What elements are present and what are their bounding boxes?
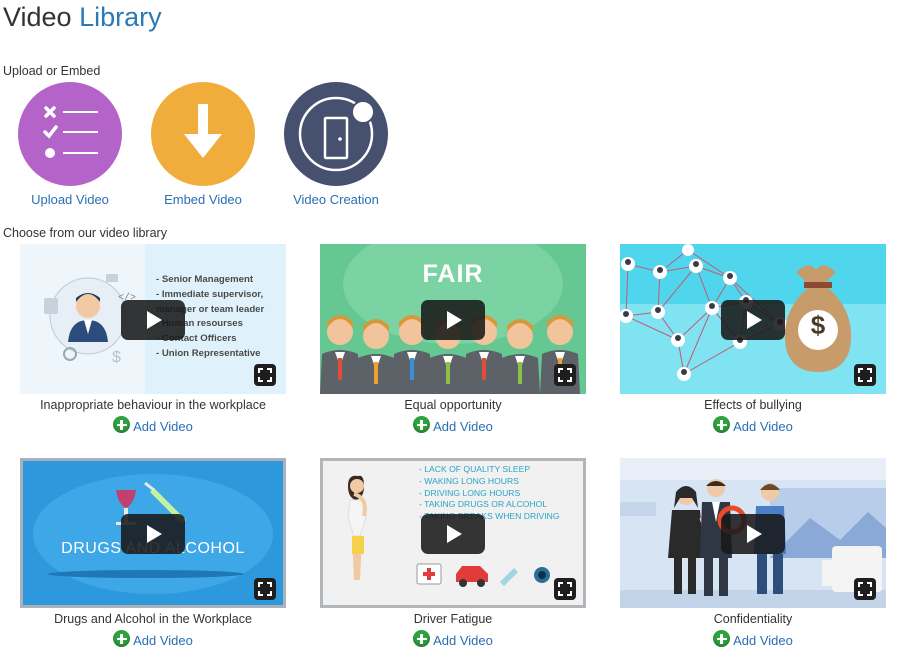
video-card: $ Effects of bullying Add Video	[620, 244, 886, 436]
video-title: Drugs and Alcohol in the Workplace	[54, 612, 252, 626]
add-video-label: Add Video	[433, 633, 493, 648]
video-title: Confidentiality	[713, 612, 793, 626]
thumbnail-line: - WAKING LONG HOURS	[419, 475, 519, 486]
embed-video-button[interactable]: Embed Video	[136, 82, 270, 207]
thumbnail-line: - Senior Management	[156, 274, 254, 285]
thumbnail-line: - Union Representative	[156, 347, 261, 359]
add-video-button[interactable]: Add Video	[713, 630, 793, 650]
video-title: Inappropriate behaviour in the workplace	[40, 398, 266, 412]
play-icon[interactable]	[721, 514, 785, 554]
video-creation-button[interactable]: Video Creation	[269, 82, 403, 207]
video-card: </> $ - Senior Management - Immediate su…	[20, 244, 286, 436]
plus-circle-icon	[713, 630, 731, 647]
upload-video-label: Upload Video	[31, 192, 109, 207]
plus-circle-icon	[113, 630, 131, 647]
add-video-label: Add Video	[733, 633, 793, 648]
expand-icon[interactable]	[254, 364, 276, 386]
expand-icon[interactable]	[854, 364, 876, 386]
video-card: Confidentiality Add Video	[620, 458, 886, 650]
thumbnail-symbol: $	[810, 310, 826, 340]
plus-circle-icon	[113, 416, 131, 433]
video-title: Effects of bullying	[704, 398, 802, 412]
plus-circle-icon	[413, 630, 431, 647]
add-video-label: Add Video	[133, 419, 193, 434]
door-icon	[284, 82, 388, 186]
thumbnail-text: FAIR	[422, 260, 484, 288]
add-video-button[interactable]: Add Video	[113, 416, 193, 436]
video-thumbnail[interactable]	[620, 458, 886, 608]
video-card: - LACK OF QUALITY SLEEP - WAKING LONG HO…	[320, 458, 586, 650]
add-video-button[interactable]: Add Video	[713, 416, 793, 436]
video-title: Equal opportunity	[404, 398, 502, 412]
plus-circle-icon	[713, 416, 731, 433]
upload-section-label: Upload or Embed	[3, 64, 101, 78]
plus-circle-icon	[413, 416, 431, 433]
play-icon[interactable]	[721, 300, 785, 340]
page-title-library: Library	[79, 2, 162, 32]
video-thumbnail[interactable]: </> $ - Senior Management - Immediate su…	[20, 244, 286, 394]
video-thumbnail[interactable]: FAIR	[320, 244, 586, 394]
add-video-button[interactable]: Add Video	[113, 630, 193, 650]
video-creation-label: Video Creation	[293, 192, 379, 207]
embed-video-label: Embed Video	[164, 192, 242, 207]
checklist-icon	[18, 82, 122, 186]
expand-icon[interactable]	[554, 578, 576, 600]
upload-video-button[interactable]: Upload Video	[3, 82, 137, 207]
play-icon[interactable]	[421, 300, 485, 340]
add-video-label: Add Video	[133, 633, 193, 648]
video-card: FAIR Equal opportunity Add Video	[320, 244, 586, 436]
video-thumbnail[interactable]: $	[620, 244, 886, 394]
video-card: DRUGS AND ALCOHOL Drugs and Alcohol in t…	[20, 458, 286, 650]
play-icon[interactable]	[121, 514, 185, 554]
library-section-label: Choose from our video library	[3, 226, 167, 240]
add-video-label: Add Video	[733, 419, 793, 434]
video-title: Driver Fatigue	[413, 612, 493, 626]
play-icon[interactable]	[121, 300, 185, 340]
thumbnail-line: - TAKING DRUGS OR ALCOHOL	[419, 499, 548, 510]
video-thumbnail[interactable]: DRUGS AND ALCOHOL	[20, 458, 286, 608]
play-icon[interactable]	[421, 514, 485, 554]
add-video-button[interactable]: Add Video	[413, 630, 493, 650]
expand-icon[interactable]	[554, 364, 576, 386]
expand-icon[interactable]	[254, 578, 276, 600]
thumbnail-line: - LACK OF QUALITY SLEEP	[419, 464, 531, 474]
video-thumbnail[interactable]: - LACK OF QUALITY SLEEP - WAKING LONG HO…	[320, 458, 586, 608]
add-video-label: Add Video	[433, 419, 493, 434]
page-title: Video Library	[3, 0, 162, 34]
page-title-video: Video	[3, 2, 72, 32]
add-video-button[interactable]: Add Video	[413, 416, 493, 436]
thumbnail-line: - DRIVING LONG HOURS	[419, 487, 521, 498]
svg-text:$: $	[112, 349, 121, 366]
download-arrow-icon	[151, 82, 255, 186]
expand-icon[interactable]	[854, 578, 876, 600]
